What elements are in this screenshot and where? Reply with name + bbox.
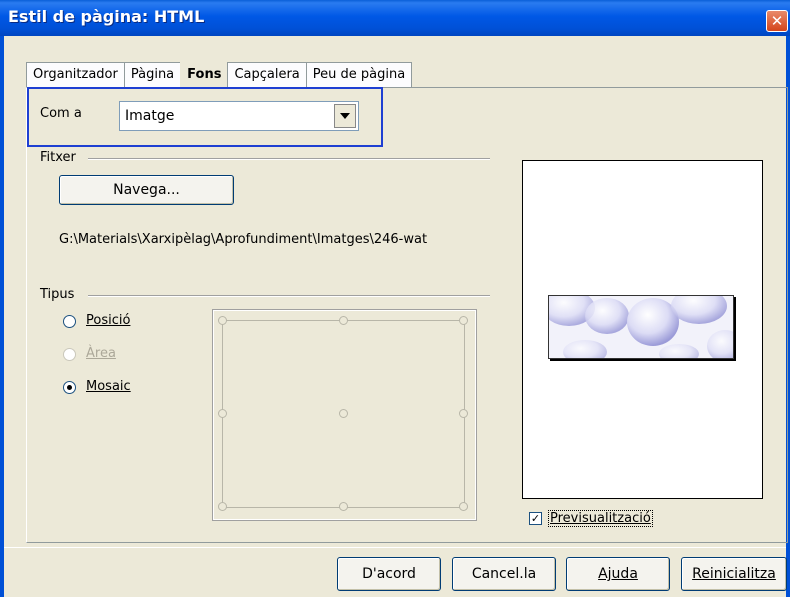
file-group-line: [88, 158, 490, 160]
help-button-label: Ajuda: [598, 566, 638, 582]
ok-button[interactable]: D'acord: [337, 557, 441, 591]
chevron-down-icon: [340, 113, 350, 119]
close-button[interactable]: ✕: [766, 10, 788, 32]
radio-area: [63, 348, 76, 361]
title-bar[interactable]: Estil de pàgina: HTML ✕: [0, 0, 790, 36]
type-group-line: [88, 295, 490, 297]
tab-fons[interactable]: Fons: [180, 62, 229, 88]
radio-area-label: Àrea: [86, 346, 116, 361]
close-icon: ✕: [770, 12, 784, 30]
window-title: Estil de pàgina: HTML: [8, 7, 205, 26]
position-middle-left: [218, 409, 227, 418]
type-group-label: Tipus: [40, 287, 75, 302]
radio-mosaic-label[interactable]: Mosaic: [86, 379, 131, 394]
position-bottom-left: [218, 502, 227, 511]
as-label: Com a: [40, 106, 82, 121]
radio-posicio-label[interactable]: Posició: [86, 313, 130, 328]
file-group-label: Fitxer: [40, 150, 76, 165]
help-button[interactable]: Ajuda: [566, 557, 670, 591]
position-bottom-center: [339, 502, 348, 511]
radio-posicio[interactable]: [63, 315, 76, 328]
position-middle-right: [459, 409, 468, 418]
window-border-left: [0, 36, 4, 597]
tab-capcalera[interactable]: Capçalera: [227, 62, 307, 88]
tab-peu-de-pagina[interactable]: Peu de pàgina: [305, 62, 413, 88]
background-type-value: Imatge: [125, 108, 175, 124]
dropdown-button[interactable]: [334, 104, 356, 128]
ok-button-label: D'acord: [362, 566, 416, 582]
position-center: [339, 409, 348, 418]
cancel-button-label: Cancel.la: [471, 566, 537, 582]
reset-button[interactable]: Reinicialitza: [681, 557, 787, 591]
preview-checkbox[interactable]: ✓: [529, 512, 542, 525]
bubbles-image: [549, 296, 733, 358]
background-type-select[interactable]: Imatge: [119, 101, 359, 131]
preview-image: [548, 295, 734, 359]
radio-selected-dot: [67, 385, 72, 390]
cancel-button[interactable]: Cancel.la: [452, 557, 556, 591]
bottom-separator: [4, 547, 786, 548]
browse-button-label: Navega...: [113, 182, 180, 198]
preview-checkbox-label[interactable]: Previsualització: [548, 510, 653, 527]
position-top-center: [339, 316, 348, 325]
position-bottom-right: [459, 502, 468, 511]
reset-button-label: Reinicialitza: [692, 566, 776, 582]
position-top-right: [459, 316, 468, 325]
tab-organitzador[interactable]: Organitzador: [26, 62, 125, 88]
tab-strip: Organitzador Pàgina Fons Capçalera Peu d…: [26, 62, 413, 88]
check-icon: ✓: [530, 512, 541, 525]
position-top-left: [218, 316, 227, 325]
browse-button[interactable]: Navega...: [59, 175, 234, 205]
radio-mosaic[interactable]: [63, 381, 76, 394]
file-path: G:\Materials\Xarxipèlag\Aprofundiment\Im…: [59, 232, 428, 247]
tab-pagina[interactable]: Pàgina: [123, 62, 182, 88]
